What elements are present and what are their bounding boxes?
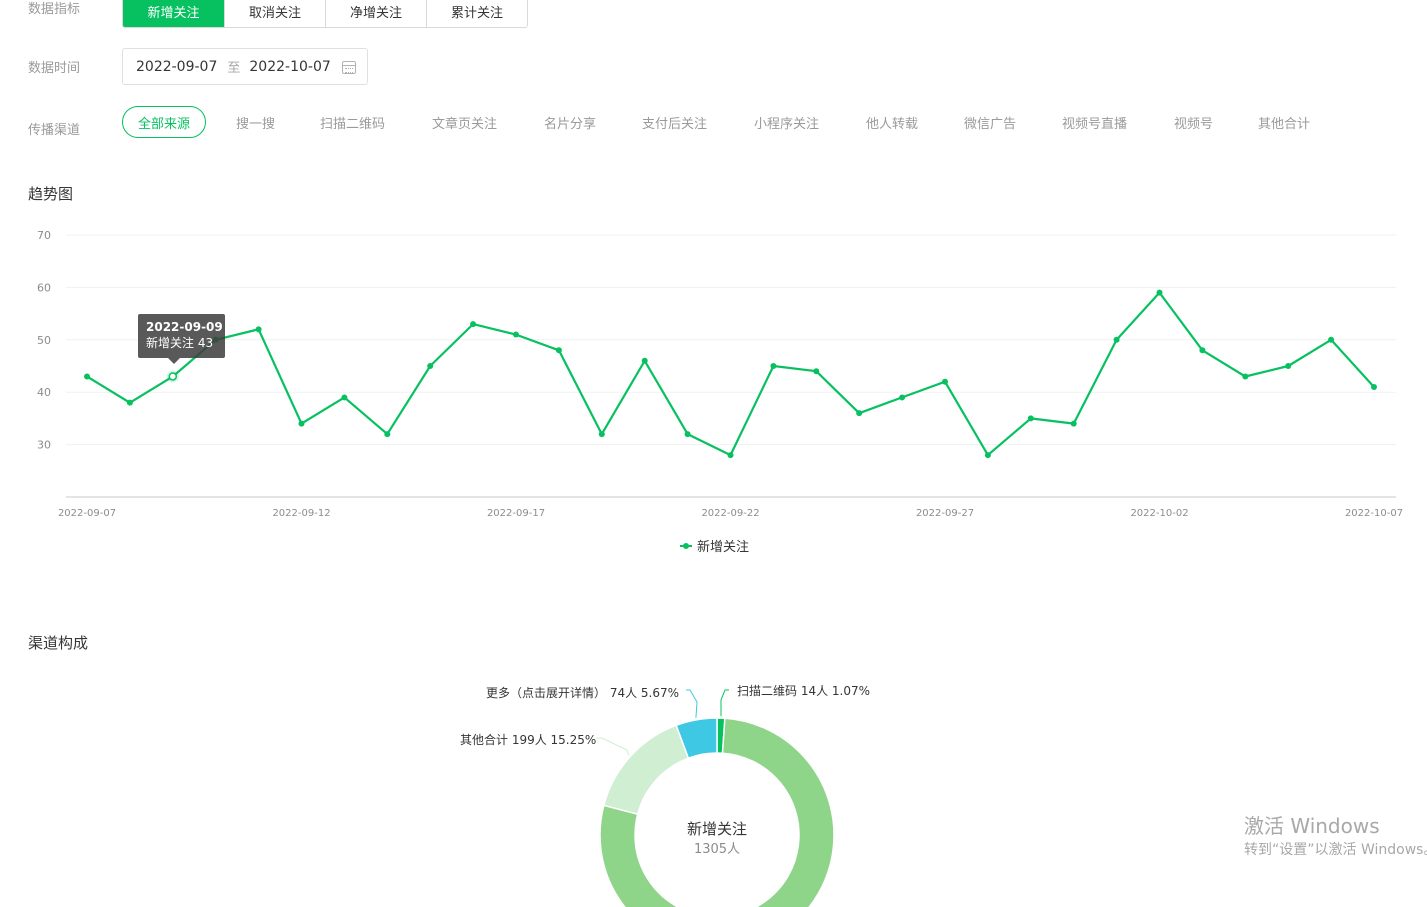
legend-dot-icon bbox=[680, 540, 692, 552]
data-point[interactable] bbox=[513, 331, 519, 338]
tab-net-follow[interactable]: 净增关注 bbox=[325, 0, 426, 27]
legend-label: 新增关注 bbox=[697, 540, 750, 555]
data-point[interactable] bbox=[598, 431, 605, 438]
x-tick-label: 2022-09-17 bbox=[487, 508, 545, 519]
chart-legend[interactable]: 新增关注 bbox=[680, 536, 749, 555]
x-tick-label: 2022-09-22 bbox=[701, 508, 759, 519]
date-end: 2022-10-07 bbox=[249, 58, 331, 75]
x-tick-label: 2022-09-07 bbox=[58, 508, 116, 519]
donut-label-more[interactable]: 更多（点击展开详情） 74人 5.67% bbox=[486, 684, 679, 701]
tooltip-date: 2022-09-09 bbox=[146, 320, 223, 334]
data-point[interactable] bbox=[641, 357, 648, 364]
donut-slice[interactable] bbox=[602, 724, 690, 816]
donut-center: 新增关注 1305人 bbox=[617, 819, 817, 861]
donut-center-title: 新增关注 bbox=[686, 820, 747, 838]
metric-tab-group: 新增关注 取消关注 净增关注 累计关注 bbox=[122, 0, 528, 28]
data-point[interactable] bbox=[1242, 373, 1249, 380]
channel-chip-search[interactable]: 搜一搜 bbox=[236, 106, 275, 138]
y-tick-label: 30 bbox=[37, 439, 51, 452]
data-point[interactable] bbox=[84, 373, 90, 380]
data-point[interactable] bbox=[1113, 336, 1120, 343]
activation-watermark: 激活 Windows 转到“设置”以激活 Windows。 bbox=[1244, 813, 1427, 861]
channel-chip-all[interactable]: 全部来源 bbox=[122, 106, 207, 138]
data-point[interactable] bbox=[727, 452, 734, 459]
composition-title: 渠道构成 bbox=[28, 634, 89, 652]
channel-chip-qrcode[interactable]: 扫描二维码 bbox=[320, 106, 385, 138]
data-point[interactable] bbox=[684, 431, 691, 438]
data-point[interactable] bbox=[555, 347, 562, 354]
data-point[interactable] bbox=[1285, 363, 1292, 369]
data-point[interactable] bbox=[1371, 383, 1377, 390]
trend-chart: 30 40 50 60 70 2022-09-07 2022-09-12 2022-09-17… bbox=[37, 229, 1403, 519]
channel-chip-mini-program[interactable]: 小程序关注 bbox=[754, 106, 819, 138]
tab-unfollow[interactable]: 取消关注 bbox=[224, 0, 325, 27]
channel-chip-repost[interactable]: 他人转载 bbox=[866, 106, 918, 138]
calendar-icon[interactable] bbox=[342, 61, 356, 74]
chart-tooltip: 2022-09-09 新增关注 43 bbox=[138, 314, 225, 364]
data-point[interactable] bbox=[984, 452, 991, 459]
data-point[interactable] bbox=[470, 321, 477, 328]
donut-label-other: 其他合计 199人 15.25% bbox=[460, 733, 597, 747]
x-tick-label: 2022-09-12 bbox=[272, 508, 330, 519]
leader-line bbox=[686, 689, 698, 718]
data-point[interactable] bbox=[427, 363, 434, 369]
channel-label: 传播渠道 bbox=[28, 123, 81, 138]
donut-chart bbox=[596, 689, 835, 907]
date-range-picker[interactable]: 2022-09-07 至 2022-10-07 bbox=[122, 48, 368, 85]
data-point[interactable] bbox=[168, 372, 178, 381]
x-tick-label: 2022-10-07 bbox=[1345, 508, 1403, 519]
donut-label-qrcode: 扫描二维码 14人 1.07% bbox=[737, 684, 871, 698]
data-point[interactable] bbox=[1156, 289, 1163, 296]
data-point[interactable] bbox=[126, 399, 133, 406]
x-tick-label: 2022-09-27 bbox=[916, 508, 974, 519]
x-tick-label: 2022-10-02 bbox=[1130, 508, 1188, 519]
date-start: 2022-09-07 bbox=[136, 58, 218, 75]
data-point[interactable] bbox=[1027, 415, 1034, 422]
time-label: 数据时间 bbox=[28, 61, 81, 76]
channel-chip-channels[interactable]: 视频号 bbox=[1174, 106, 1213, 138]
data-point[interactable] bbox=[770, 363, 777, 369]
channel-chip-channels-live[interactable]: 视频号直播 bbox=[1062, 106, 1127, 138]
channel-chip-wechat-ads[interactable]: 微信广告 bbox=[964, 106, 1016, 138]
data-point[interactable] bbox=[813, 368, 820, 375]
watermark-line1: 激活 Windows bbox=[1244, 814, 1380, 838]
metric-label: 数据指标 bbox=[28, 2, 81, 17]
tab-total-follow[interactable]: 累计关注 bbox=[426, 0, 527, 27]
y-tick-label: 60 bbox=[37, 281, 51, 294]
data-point[interactable] bbox=[1070, 420, 1077, 427]
channel-chip-card-share[interactable]: 名片分享 bbox=[544, 106, 596, 138]
watermark-line2: 转到“设置”以激活 Windows。 bbox=[1244, 842, 1427, 858]
channel-chip-other[interactable]: 其他合计 bbox=[1258, 106, 1310, 138]
trend-title: 趋势图 bbox=[28, 185, 74, 203]
y-tick-label: 50 bbox=[37, 334, 51, 347]
data-point[interactable] bbox=[1199, 347, 1206, 354]
y-tick-label: 40 bbox=[37, 386, 51, 399]
donut-center-total: 1305人 bbox=[693, 842, 741, 857]
tab-new-follow[interactable]: 新增关注 bbox=[123, 0, 224, 27]
leader-line bbox=[720, 689, 729, 717]
data-point[interactable] bbox=[942, 378, 948, 385]
data-point[interactable] bbox=[298, 420, 305, 427]
date-separator: 至 bbox=[227, 61, 241, 76]
data-point[interactable] bbox=[856, 410, 863, 417]
tooltip-value: 新增关注 43 bbox=[146, 336, 214, 350]
data-point[interactable] bbox=[255, 326, 262, 333]
y-tick-label: 70 bbox=[37, 229, 51, 242]
data-point[interactable] bbox=[1328, 336, 1335, 343]
data-point[interactable] bbox=[899, 394, 906, 401]
leader-line bbox=[596, 737, 630, 756]
data-point[interactable] bbox=[341, 394, 348, 401]
channel-chip-after-pay[interactable]: 支付后关注 bbox=[642, 106, 707, 138]
channel-chip-article[interactable]: 文章页关注 bbox=[432, 106, 497, 138]
series-line bbox=[86, 291, 1375, 457]
data-point[interactable] bbox=[384, 431, 391, 438]
